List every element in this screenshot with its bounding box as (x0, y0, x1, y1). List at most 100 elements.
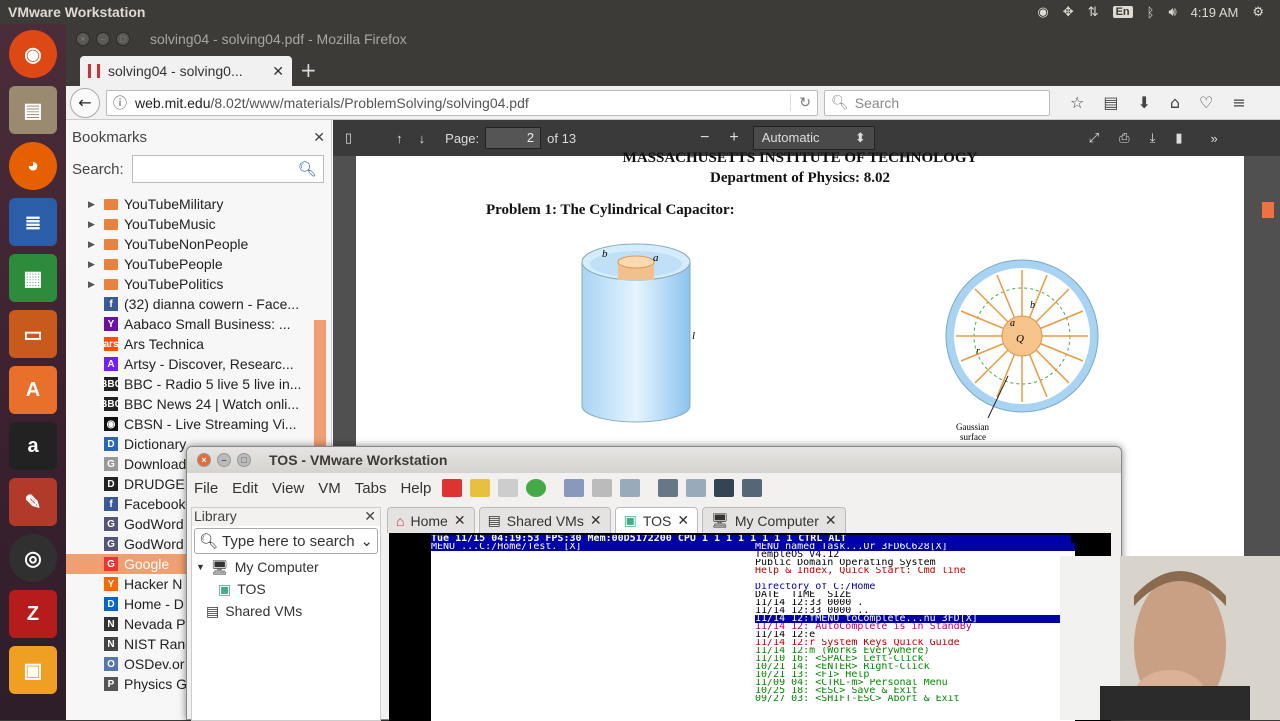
bookmark-folder[interactable]: ▶ YouTubePolitics (66, 274, 331, 294)
home-icon[interactable]: ⌂ (1170, 93, 1180, 112)
close-tab-icon[interactable]: ✕ (454, 512, 466, 529)
unity-mode-icon[interactable] (742, 479, 763, 497)
download-icon[interactable]: ⤓ (1150, 130, 1156, 146)
maximize-icon[interactable]: □ (116, 32, 130, 46)
impress-icon[interactable]: ▭ (9, 310, 57, 358)
previous-page-icon[interactable]: ↑ (396, 131, 403, 146)
files-icon[interactable]: ▤ (9, 86, 57, 134)
bookmark-item[interactable]: A Artsy - Discover, Researc... (66, 354, 331, 374)
tos-left-menu[interactable]: MENU ...C:/Home/Test. [X] (431, 543, 755, 551)
calc-icon[interactable]: ▦ (9, 254, 57, 302)
info-icon[interactable]: ⓘ (113, 93, 127, 113)
tab-home[interactable]: ⌂ Home ✕ (387, 507, 475, 533)
tree-tos[interactable]: ▣ TOS (192, 578, 380, 600)
thumbnail-bar-icon[interactable] (686, 479, 707, 497)
clock[interactable]: 4:19 AM (1191, 5, 1239, 20)
tab-tos[interactable]: ▣ TOS ✕ (614, 507, 699, 533)
power-off-icon[interactable] (442, 479, 463, 497)
bookmark-folder[interactable]: ▶ YouTubeMilitary (66, 194, 331, 214)
power-on-icon[interactable] (498, 479, 519, 497)
sidebar-search-input[interactable]: 🔍︎ (131, 155, 324, 183)
obs-icon[interactable]: ◎ (9, 534, 57, 582)
filezilla-icon[interactable]: Z (9, 590, 57, 638)
url-bar[interactable]: ⓘ web.mit.edu/8.02t/www/materials/Proble… (106, 89, 818, 116)
close-tab-icon[interactable]: ✕ (825, 512, 837, 529)
close-tab-icon[interactable]: ✕ (677, 512, 689, 529)
tos-editor-pane[interactable]: MENU ...C:/Home/Test. [X] (431, 543, 755, 721)
network-icon[interactable]: ⇅ (1088, 4, 1099, 20)
tos-right-menu[interactable]: MENU named Task...Ur 3FD6C628[X] (755, 543, 1075, 551)
snapshot-manager-icon[interactable] (620, 479, 641, 497)
tab-my-computer[interactable]: 🖥︎ My Computer ✕ (702, 507, 846, 533)
menu-tabs[interactable]: Tabs (348, 480, 394, 497)
reading-list-icon[interactable]: ▤ (1103, 93, 1118, 112)
new-tab-button[interactable]: + (300, 58, 317, 82)
bluetooth-icon[interactable]: ᛒ (1147, 5, 1155, 20)
fullscreen-icon[interactable] (714, 479, 735, 497)
firefox-icon[interactable]: ◕ (9, 142, 57, 190)
tab-shared-vms[interactable]: ▤ Shared VMs ✕ (478, 507, 611, 533)
writer-icon[interactable]: ≣ (9, 198, 57, 246)
library-search-input[interactable]: 🔍︎ Type here to search ⌄ (194, 528, 378, 554)
tree-my-computer[interactable]: ▼ 🖥︎ My Computer (192, 556, 380, 578)
minimize-icon[interactable]: – (96, 32, 110, 46)
ubuntu-icon[interactable]: ◉ (9, 30, 57, 78)
next-page-icon[interactable]: ↓ (419, 131, 426, 146)
expand-arrow-icon[interactable]: ▶ (88, 219, 98, 230)
bookmark-icon[interactable]: ▮ (1175, 130, 1182, 146)
expand-arrow-icon[interactable]: ▶ (88, 259, 98, 270)
menu-icon[interactable]: ≡ (1232, 93, 1245, 112)
bookmark-item[interactable]: ◉ CBSN - Live Streaming Vi... (66, 414, 331, 434)
snapshot-icon[interactable] (564, 479, 585, 497)
expand-arrow-icon[interactable]: ▶ (88, 279, 98, 290)
settings-icon[interactable]: ✎ (9, 478, 57, 526)
bookmark-folder[interactable]: ▶ YouTubeNonPeople (66, 234, 331, 254)
minimize-icon[interactable]: – (217, 453, 231, 467)
close-icon[interactable]: × (76, 32, 90, 46)
sidebar-toggle-icon[interactable]: ▯ (345, 130, 352, 146)
menu-file[interactable]: File (187, 480, 225, 497)
reload-icon[interactable]: ↻ (790, 94, 811, 111)
page-number-input[interactable]: 2 (485, 127, 542, 149)
zoom-out-icon[interactable]: − (700, 129, 709, 147)
software-center-icon[interactable]: A (9, 366, 57, 414)
bookmark-item[interactable]: f (32) dianna cowern - Face... (66, 294, 331, 314)
close-tab-icon[interactable]: ✕ (590, 512, 602, 529)
downloads-icon[interactable]: ⬇ (1137, 93, 1150, 112)
keyboard-layout-indicator[interactable]: En (1112, 6, 1133, 18)
bookmark-star-icon[interactable]: ☆ (1070, 93, 1084, 112)
pdf-scroll-marker[interactable] (1262, 202, 1274, 218)
menu-help[interactable]: Help (393, 480, 438, 497)
dropbox-icon[interactable]: ✥ (1063, 4, 1074, 20)
volume-icon[interactable]: 🔊︎ (1168, 4, 1176, 20)
chrome-indicator-icon[interactable]: ◉ (1037, 4, 1048, 20)
amazon-icon[interactable]: a (9, 422, 57, 470)
tools-icon[interactable]: » (1210, 131, 1217, 146)
tos-help-pane[interactable]: MENU named Task...Ur 3FD6C628[X] TempleO… (755, 543, 1075, 721)
bookmark-item[interactable]: ars Ars Technica (66, 334, 331, 354)
power-gear-icon[interactable]: ⚙ (1252, 4, 1264, 20)
maximize-icon[interactable]: □ (237, 453, 251, 467)
expand-arrow-icon[interactable]: ▶ (88, 239, 98, 250)
close-tab-icon[interactable]: ✕ (272, 63, 284, 80)
vmware-icon[interactable]: ▣ (9, 646, 57, 694)
close-library-icon[interactable]: ✕ (364, 508, 380, 526)
expand-icon[interactable]: ▼ (196, 562, 205, 572)
menu-view[interactable]: View (265, 480, 311, 497)
chevron-down-icon[interactable]: ⌄ (360, 532, 373, 550)
tab-solving04[interactable]: solving04 - solving0... ✕ (80, 56, 292, 86)
search-input[interactable]: 🔍︎ Search (824, 89, 1050, 116)
show-library-icon[interactable] (658, 479, 679, 497)
menu-vm[interactable]: VM (311, 480, 348, 497)
bookmark-folder[interactable]: ▶ YouTubePeople (66, 254, 331, 274)
zoom-in-icon[interactable]: + (729, 129, 738, 147)
menu-edit[interactable]: Edit (225, 480, 265, 497)
revert-snapshot-icon[interactable] (592, 479, 613, 497)
expand-arrow-icon[interactable]: ▶ (88, 199, 98, 210)
bookmark-item[interactable]: BBC BBC News 24 | Watch onli... (66, 394, 331, 414)
zoom-select[interactable]: Automatic Zoom⬍ (752, 126, 875, 167)
close-icon[interactable]: × (197, 453, 211, 467)
bookmark-folder[interactable]: ▶ YouTubeMusic (66, 214, 331, 234)
vmware-titlebar[interactable]: × – □ TOS - VMware Workstation (187, 447, 1121, 473)
bookmark-item[interactable]: Y Aabaco Small Business: ... (66, 314, 331, 334)
